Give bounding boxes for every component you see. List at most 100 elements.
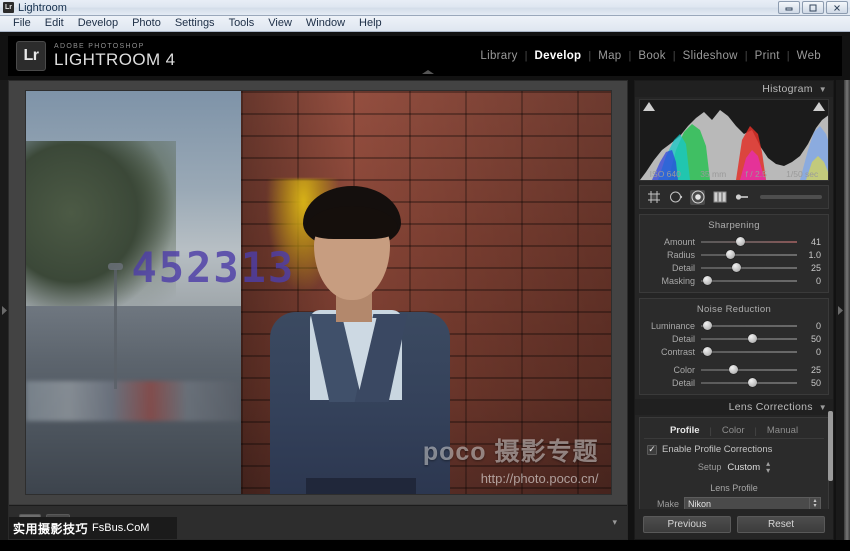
tab-manual[interactable]: Manual: [757, 425, 808, 436]
menu-view[interactable]: View: [261, 16, 299, 31]
slider-knob[interactable]: [735, 237, 745, 246]
slider-row-detail[interactable]: Detail 25: [640, 261, 828, 274]
module-slideshow[interactable]: Slideshow: [676, 50, 745, 62]
module-print[interactable]: Print: [748, 50, 787, 62]
red-eye-icon[interactable]: [690, 189, 705, 205]
previous-button[interactable]: Previous: [643, 515, 731, 533]
lightroom-logo-icon: Lr: [16, 41, 46, 71]
label-nr-contrast: Contrast: [660, 346, 695, 357]
module-develop[interactable]: Develop: [528, 50, 589, 62]
minimize-button[interactable]: [778, 1, 800, 14]
module-web[interactable]: Web: [790, 50, 828, 62]
slider-knob[interactable]: [728, 365, 738, 374]
histogram-graph[interactable]: ISO 640 35 mm f / 2.5 1/50 sec: [639, 99, 829, 181]
slider-masking[interactable]: [701, 275, 797, 286]
page-watermark: 实用摄影技巧 FsBus.CoM: [9, 517, 177, 539]
slider-row-masking[interactable]: Masking 0: [640, 274, 828, 287]
tool-size-slider[interactable]: [760, 195, 822, 199]
slider-color[interactable]: [701, 364, 797, 375]
tab-profile[interactable]: Profile: [660, 425, 710, 436]
toolbar-options-caret-icon[interactable]: ▾: [612, 517, 617, 528]
menu-file[interactable]: File: [6, 16, 38, 31]
slider-luminance[interactable]: [701, 320, 797, 331]
photo-preview[interactable]: 452313 poco 摄影专题 http://photo.poco.cn/: [25, 91, 611, 494]
right-panel-scrollbar[interactable]: [828, 411, 833, 481]
menu-settings[interactable]: Settings: [168, 16, 222, 31]
value-nr-contrast: 0: [815, 346, 821, 357]
window-title: Lightroom: [18, 1, 67, 14]
slider-knob[interactable]: [731, 263, 741, 272]
reset-button[interactable]: Reset: [737, 515, 825, 533]
enable-profile-corrections-row[interactable]: ✓ Enable Profile Corrections: [640, 439, 828, 458]
page-watermark-cn: 实用摄影技巧: [13, 521, 89, 536]
sharpening-title: Sharpening: [708, 220, 760, 231]
lens-corrections-tabs: Profile | Color | Manual: [644, 423, 824, 439]
menu-tools[interactable]: Tools: [222, 16, 262, 31]
highlight-clipping-icon[interactable]: [813, 102, 825, 111]
slider-knob[interactable]: [702, 321, 712, 330]
slider-nr-detail[interactable]: [701, 333, 797, 344]
slider-track: [701, 325, 797, 327]
shadow-clipping-icon[interactable]: [643, 102, 655, 111]
adjustment-brush-icon[interactable]: [734, 190, 749, 205]
slider-radius[interactable]: [701, 249, 797, 260]
module-library[interactable]: Library: [473, 50, 524, 62]
menu-develop[interactable]: Develop: [71, 16, 125, 31]
slider-row-color[interactable]: Color 25: [640, 363, 828, 376]
application-window: Lr Lightroom File Edit Develop Photo Set…: [0, 0, 850, 551]
slider-row-color-detail[interactable]: Detail 50: [640, 376, 828, 389]
photo-code-watermark: 452313: [131, 243, 296, 292]
label-masking: Masking: [661, 275, 695, 286]
window-app-icon: Lr: [3, 2, 14, 13]
chevron-down-icon[interactable]: ▼: [819, 85, 827, 94]
identity-plate[interactable]: Lr ADOBE PHOTOSHOP LIGHTROOM 4: [8, 41, 176, 71]
slider-row-luminance[interactable]: Luminance 0: [640, 319, 828, 332]
setup-value[interactable]: Custom: [727, 462, 760, 473]
spot-removal-icon[interactable]: [668, 190, 683, 205]
slider-row-nr-detail[interactable]: Detail 50: [640, 332, 828, 345]
photo-stage[interactable]: 452313 poco 摄影专题 http://photo.poco.cn/: [9, 81, 627, 504]
top-panel-collapse-arrow[interactable]: [419, 68, 437, 75]
slider-detail[interactable]: [701, 262, 797, 273]
histogram-panel-header[interactable]: Histogram ▼: [635, 81, 833, 97]
slider-knob[interactable]: [748, 378, 758, 387]
slider-row-amount[interactable]: Amount 41: [640, 235, 828, 248]
slider-knob[interactable]: [748, 334, 758, 343]
chevron-down-icon[interactable]: ▼: [819, 403, 827, 412]
slider-row-nr-contrast[interactable]: Contrast 0: [640, 345, 828, 358]
menu-edit[interactable]: Edit: [38, 16, 71, 31]
filmstrip-collapsed-bar[interactable]: [0, 540, 850, 551]
enable-profile-corrections-checkbox[interactable]: ✓: [647, 444, 657, 455]
enable-profile-corrections-label: Enable Profile Corrections: [662, 444, 773, 455]
close-button[interactable]: [826, 1, 848, 14]
slider-amount[interactable]: [701, 236, 797, 247]
menu-window[interactable]: Window: [299, 16, 352, 31]
setup-stepper-icon[interactable]: ▴ ▾: [766, 459, 770, 474]
slider-knob[interactable]: [725, 250, 735, 259]
value-radius: 1.0: [808, 249, 821, 260]
module-map[interactable]: Map: [591, 50, 628, 62]
label-nr-detail: Detail: [671, 333, 695, 344]
menu-photo[interactable]: Photo: [125, 16, 168, 31]
tab-color[interactable]: Color: [712, 425, 755, 436]
slider-knob[interactable]: [702, 276, 712, 285]
right-scroll-rail[interactable]: [844, 80, 850, 540]
module-book[interactable]: Book: [631, 50, 672, 62]
sharpening-section: Sharpening Amount 41 Radius 1.0 Detail 2…: [639, 214, 829, 293]
slider-knob[interactable]: [702, 347, 712, 356]
photo-cars-region: [25, 381, 241, 421]
setup-row[interactable]: Setup Custom ▴ ▾: [640, 458, 828, 479]
left-panel-collapse-arrow[interactable]: [0, 80, 8, 540]
identity-title: LIGHTROOM 4: [54, 49, 176, 69]
right-panel-collapse-arrow[interactable]: [836, 80, 844, 540]
graduated-filter-icon[interactable]: [712, 190, 727, 205]
value-color-detail: 50: [810, 377, 821, 388]
lens-corrections-header[interactable]: Lens Corrections ▼: [635, 399, 833, 415]
crop-overlay-icon[interactable]: [646, 190, 661, 205]
slider-color-detail[interactable]: [701, 377, 797, 388]
slider-row-radius[interactable]: Radius 1.0: [640, 248, 828, 261]
slider-nr-contrast[interactable]: [701, 346, 797, 357]
value-masking: 0: [815, 275, 821, 286]
menu-help[interactable]: Help: [352, 16, 389, 31]
maximize-button[interactable]: [802, 1, 824, 14]
